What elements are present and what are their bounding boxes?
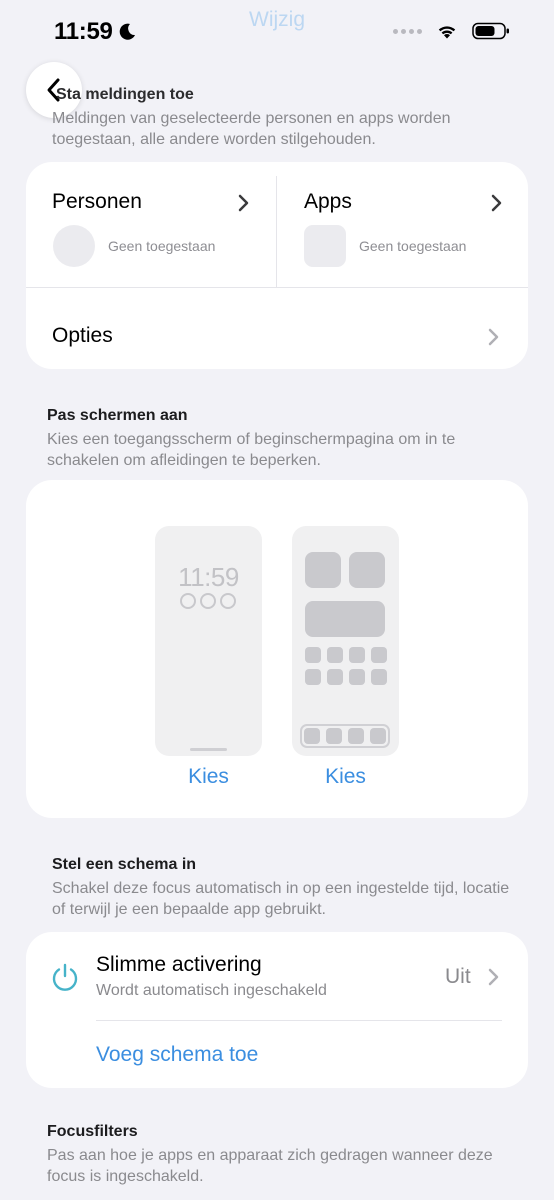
lock-screen-time: 11:59: [178, 562, 239, 592]
home-screen-preview[interactable]: [292, 526, 399, 756]
apps-title: Apps: [304, 190, 352, 213]
filters-desc: Pas aan hoe je apps en apparaat zich ged…: [47, 1147, 493, 1185]
options-row[interactable]: Opties: [26, 288, 528, 369]
moon-icon: [119, 23, 135, 40]
schedule-desc: Schakel deze focus automatisch in op een…: [52, 880, 510, 918]
chevron-right-icon: [488, 328, 499, 346]
status-indicators: [393, 22, 510, 40]
apps-cell[interactable]: Apps Geen toegestaan: [277, 162, 528, 288]
filters-title: Focusfilters: [47, 1123, 138, 1140]
power-icon: [52, 963, 78, 991]
allow-notifications-desc: Meldingen van geselecteerde personen en …: [52, 110, 451, 148]
screens-desc: Kies een toegangsscherm of beginschermpa…: [47, 431, 456, 469]
chevron-right-icon: [488, 968, 499, 986]
battery-icon: [472, 22, 509, 40]
smart-activation-value: Uit: [445, 965, 471, 988]
allow-card: Personen Geen toegestaan Apps Geen toege…: [26, 162, 528, 369]
allow-notifications-title: Sta meldingen toe: [56, 86, 194, 103]
smart-activation-row[interactable]: Slimme activering Wordt automatisch inge…: [26, 932, 528, 1020]
screens-card: 11:59 Kies Kies: [26, 480, 528, 818]
smart-activation-subtitle: Wordt automatisch ingeschakeld: [96, 982, 327, 999]
dock-placeholder: [300, 724, 390, 748]
widget-placeholder: [349, 552, 385, 588]
options-label: Opties: [52, 324, 113, 347]
status-time: 11:59: [54, 18, 137, 46]
lock-screen-preview[interactable]: 11:59: [155, 526, 262, 756]
row-divider: [96, 1020, 502, 1021]
home-indicator: [190, 748, 227, 751]
status-time-text: 11:59: [54, 18, 113, 45]
add-schedule-button[interactable]: Voeg schema toe: [96, 1043, 258, 1067]
signal-dots-icon: [393, 28, 422, 34]
apps-status: Geen toegestaan: [359, 238, 467, 254]
schedule-card: Slimme activering Wordt automatisch inge…: [26, 932, 528, 1088]
choose-lock-screen-button[interactable]: Kies: [155, 765, 262, 789]
schedule-title: Stel een schema in: [52, 856, 197, 873]
lock-screen-widgets: [180, 593, 236, 609]
choose-home-screen-button[interactable]: Kies: [292, 765, 399, 789]
screens-title: Pas schermen aan: [47, 407, 188, 424]
widget-placeholder: [305, 601, 385, 637]
smart-activation-title: Slimme activering: [96, 953, 262, 976]
chevron-right-icon: [238, 194, 249, 212]
app-icon-placeholder: [304, 225, 346, 267]
app-grid: [305, 647, 387, 685]
people-title: Personen: [52, 190, 142, 213]
chevron-right-icon: [491, 194, 502, 212]
wifi-icon: [438, 25, 456, 38]
people-cell[interactable]: Personen Geen toegestaan: [26, 162, 277, 288]
people-status: Geen toegestaan: [108, 238, 216, 254]
widget-placeholder: [305, 552, 341, 588]
person-avatar-placeholder: [53, 225, 95, 267]
